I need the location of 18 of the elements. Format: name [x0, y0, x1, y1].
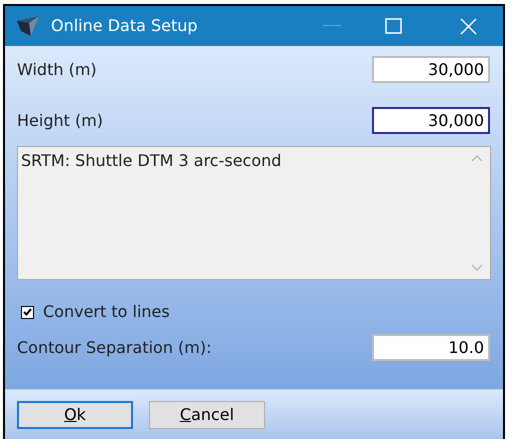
- field-label: Height (m): [17, 110, 104, 132]
- close-icon[interactable]: [460, 18, 477, 34]
- input-field[interactable]: 30,000: [372, 56, 490, 83]
- check-icon: [23, 308, 32, 316]
- source-list[interactable]: SRTM: Shuttle DTM 3 arc-second: [17, 146, 491, 280]
- input-field[interactable]: 10.0: [372, 334, 490, 361]
- field-label: Contour Separation (m):: [17, 336, 212, 358]
- checkbox-label: Convert to lines: [43, 301, 170, 323]
- maximize-icon[interactable]: [385, 18, 402, 34]
- dialog-button[interactable]: Cancel: [149, 400, 265, 428]
- minimize-icon: [323, 25, 341, 27]
- checkbox[interactable]: [21, 306, 34, 318]
- field-label: Width (m): [17, 58, 97, 80]
- dialog-button[interactable]: Ok: [17, 400, 133, 428]
- window-title: Online Data Setup: [51, 15, 199, 37]
- app-logo-icon: [15, 15, 41, 37]
- list-item[interactable]: SRTM: Shuttle DTM 3 arc-second: [21, 149, 464, 173]
- input-field[interactable]: 30,000: [372, 107, 490, 134]
